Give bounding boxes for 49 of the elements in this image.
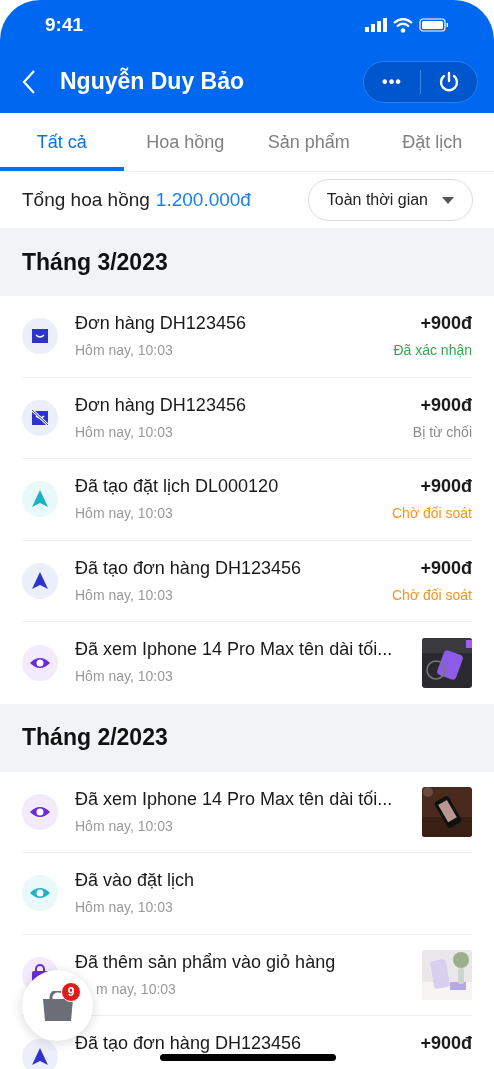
navigation-arrow-icon <box>22 1038 58 1069</box>
activity-time: Hôm nay, 10:03 <box>75 898 173 916</box>
tab[interactable]: Hoa hồng <box>123 113 247 171</box>
caret-icon <box>442 196 454 204</box>
status-label: Chờ đối soát <box>392 585 472 604</box>
activity-title: Đã xem Iphone 14 Pro Max tên dài tối... <box>75 787 393 810</box>
battery-icon <box>419 18 449 32</box>
activity-title: Đơn hàng DH123456 <box>75 393 246 416</box>
status-label: Đã xác nhận <box>393 341 472 359</box>
tab[interactable]: Tất cả <box>0 113 124 171</box>
amount: +900đ <box>420 556 472 579</box>
activity-time: Hôm nay, 10:03 <box>75 816 173 835</box>
activity-title: Đã vào đặt lịch <box>75 869 195 891</box>
amount: +900đ <box>420 1032 472 1054</box>
activity-time: Hôm nay, 10:03 <box>75 667 173 685</box>
eye-icon <box>22 644 58 681</box>
status-time: 9:41 <box>45 12 84 37</box>
activity-title: Đã xem Iphone 14 Pro Max tên dài tối... <box>75 638 393 660</box>
activity-title: Đơn hàng DH123456 <box>75 312 246 334</box>
activity-title: Đã tạo đặt lịch DL000120 <box>75 475 279 497</box>
activity-title: Đã thêm sản phẩm vào giỏ hàng <box>75 950 336 973</box>
amount: +900đ <box>420 393 472 416</box>
activity-time: Hôm nay, 10:03 <box>75 585 173 604</box>
total-commission-amount: 1.200.000đ <box>155 187 251 212</box>
status-label: Chờ đối soát <box>392 504 472 522</box>
eye-icon <box>22 875 58 912</box>
section-header: Tháng 2/2023 <box>0 703 494 772</box>
page-title: Nguyễn Duy Bảo <box>60 66 246 97</box>
activity-time: Hôm nay, 10:03 <box>75 504 173 522</box>
activity-title: Đã tạo đơn hàng DH123456 <box>75 556 301 579</box>
chevron-left-icon <box>22 68 36 95</box>
total-commission-label: Tổng hoa hồng <box>22 187 150 212</box>
amount: +900đ <box>420 312 472 334</box>
crossed-bag-icon <box>22 399 58 436</box>
activity-time: Hôm nay, 10:03 <box>75 422 173 441</box>
activity-time: m nay, 10:03 <box>95 979 176 998</box>
tab[interactable]: Đặt lịch <box>370 113 494 171</box>
power-icon <box>438 70 460 93</box>
activity-time: Hôm nay, 10:03 <box>75 341 173 359</box>
eye-icon <box>22 793 58 830</box>
more-button[interactable]: ••• <box>364 69 420 94</box>
section-header: Tháng 3/2023 <box>0 228 494 296</box>
bag-icon <box>22 318 58 355</box>
amount: +900đ <box>420 475 472 497</box>
cart-count-badge: 9 <box>61 982 81 1002</box>
wifi-icon <box>393 17 413 33</box>
tab[interactable]: Sản phẩm <box>247 113 371 171</box>
signal-icon <box>365 18 387 32</box>
status-label: Bị từ chối <box>412 422 472 441</box>
